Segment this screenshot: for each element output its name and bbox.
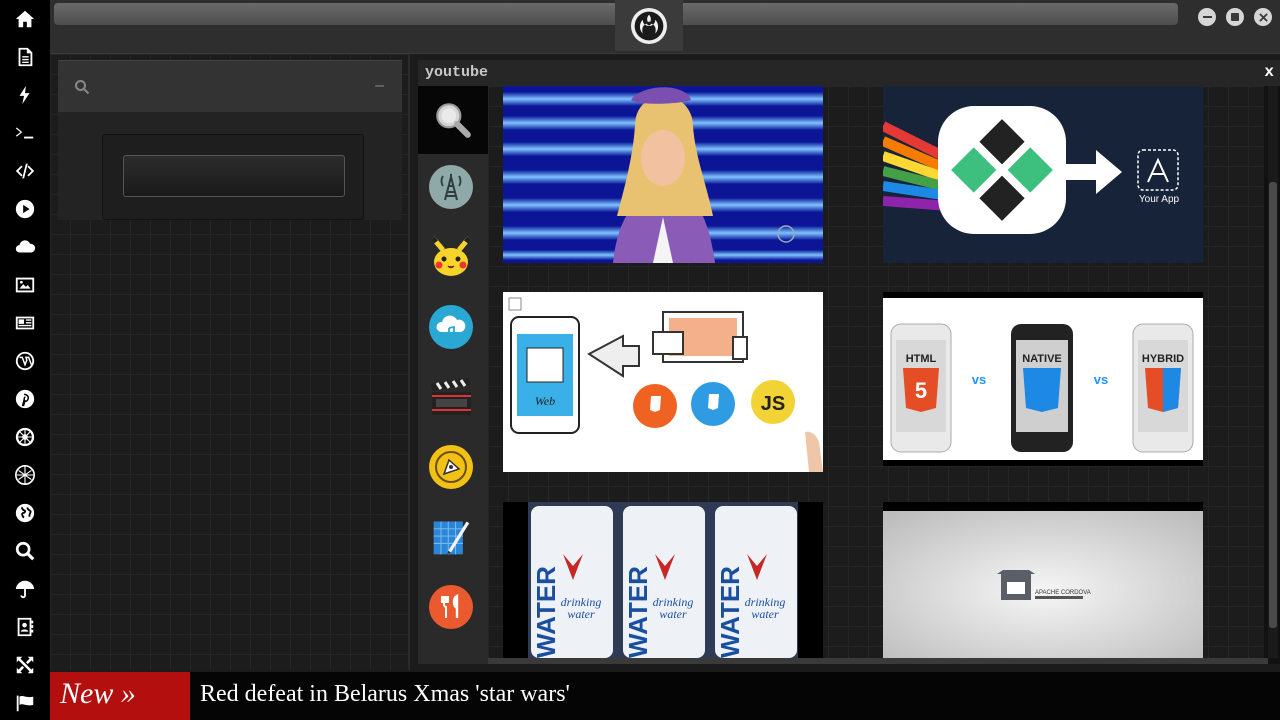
video-thumbnail-5[interactable]: WATER WATER WATER drinking water drinkin… <box>503 502 823 658</box>
pikachu-app-icon[interactable] <box>428 234 474 280</box>
water-label-3: WATER <box>715 566 745 658</box>
cloud-music-app-icon[interactable] <box>428 304 474 350</box>
cloud-icon[interactable] <box>12 234 38 260</box>
close-button[interactable] <box>1254 8 1272 26</box>
clapperboard-app-icon[interactable] <box>428 374 474 420</box>
pen-tool-app-icon[interactable] <box>428 444 474 490</box>
scrollbar-thumb[interactable] <box>1269 182 1277 628</box>
rebel-alliance-logo-icon <box>631 8 667 44</box>
widget-frame <box>102 134 364 220</box>
maximize-button[interactable] <box>1226 8 1244 26</box>
search-icon[interactable] <box>12 538 38 564</box>
water-label-1: WATER <box>531 566 561 658</box>
window-title-bar: youtube x <box>418 60 1280 86</box>
blueprint-app-icon[interactable] <box>428 514 474 560</box>
window-close-button[interactable]: x <box>1264 63 1274 81</box>
collapse-button[interactable]: – <box>375 77 384 95</box>
youtube-window: youtube x Your App Web JS HTML 5 vs NATI… <box>418 60 1280 664</box>
search-bar: – <box>58 60 402 112</box>
document-icon[interactable] <box>12 44 38 70</box>
left-icon-bar <box>0 0 50 720</box>
vs-label-2: vs <box>1094 372 1108 387</box>
window-title: youtube <box>425 64 489 81</box>
new-badge: New » <box>50 672 190 720</box>
html-label: HTML <box>906 353 937 365</box>
vertical-scrollbar[interactable] <box>1268 86 1278 658</box>
video-thumbnail-6[interactable]: APACHE CORDOVA <box>883 502 1203 658</box>
web-label: Web <box>535 394 555 408</box>
minimize-button[interactable] <box>1198 8 1216 26</box>
native-label: NATIVE <box>1022 353 1062 365</box>
app-launcher-column <box>418 86 488 664</box>
js-label: JS <box>761 393 785 415</box>
play-icon[interactable] <box>12 196 38 222</box>
cordova-label: APACHE CORDOVA <box>1035 590 1091 596</box>
search-app-icon[interactable] <box>418 86 488 154</box>
water-sub-label-2: water <box>659 607 687 621</box>
globe-icon[interactable] <box>12 500 38 526</box>
hybrid-label: HYBRID <box>1142 353 1184 365</box>
water-sub-label-1: water <box>567 607 595 621</box>
water-sub-label-3: water <box>751 607 779 621</box>
ticker-headline[interactable]: Red defeat in Belarus Xmas 'star wars' <box>200 681 570 708</box>
home-icon[interactable] <box>12 6 38 32</box>
video-thumbnail-1[interactable] <box>503 86 823 263</box>
umbrella-icon[interactable] <box>12 576 38 602</box>
horizontal-scrollbar[interactable] <box>488 658 1268 664</box>
vs-label-1: vs <box>972 372 986 387</box>
news-ticker: New » Red defeat in Belarus Xmas 'star w… <box>50 672 1280 720</box>
home-tab[interactable] <box>615 0 683 51</box>
flag-icon[interactable] <box>12 690 38 716</box>
lightning-icon[interactable] <box>12 82 38 108</box>
crossing-arrows-icon[interactable] <box>12 652 38 678</box>
widget-box <box>58 112 402 220</box>
newspaper-icon[interactable] <box>12 310 38 336</box>
video-grid: Your App Web JS HTML 5 vs NATIVE vs HYBR… <box>488 86 1264 658</box>
top-bar <box>50 0 1280 54</box>
search-icon <box>75 80 90 95</box>
svg-text:5: 5 <box>915 378 927 403</box>
wordpress-icon[interactable] <box>12 348 38 374</box>
your-app-label: Your App <box>1139 194 1180 205</box>
left-panel: – <box>50 54 410 670</box>
water-label-2: WATER <box>623 566 653 658</box>
aperture-icon[interactable] <box>12 424 38 450</box>
widget-button[interactable] <box>123 155 345 197</box>
video-thumbnail-4[interactable]: HTML 5 vs NATIVE vs HYBRID <box>883 292 1203 466</box>
restaurant-app-icon[interactable] <box>428 584 474 630</box>
image-icon[interactable] <box>12 272 38 298</box>
video-thumbnail-3[interactable]: Web JS <box>503 292 823 472</box>
video-thumbnail-2[interactable]: Your App <box>883 86 1203 263</box>
dribbble-icon[interactable] <box>12 462 38 488</box>
terminal-icon[interactable] <box>12 120 38 146</box>
pinterest-icon[interactable] <box>12 386 38 412</box>
search-input[interactable] <box>100 73 360 101</box>
radio-tower-app-icon[interactable] <box>428 164 474 210</box>
code-icon[interactable] <box>12 158 38 184</box>
contacts-icon[interactable] <box>12 614 38 640</box>
